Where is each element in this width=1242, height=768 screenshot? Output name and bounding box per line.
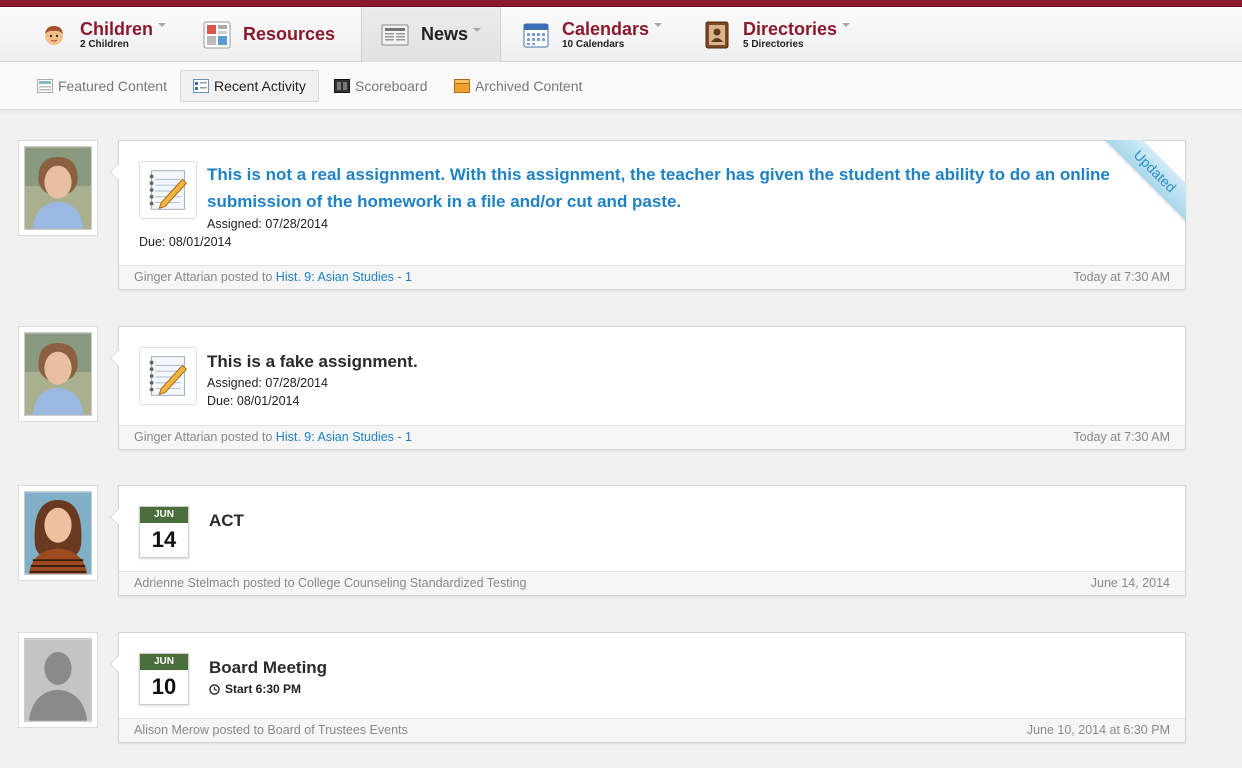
nav-news-label: News bbox=[421, 24, 469, 44]
child-face-icon bbox=[45, 25, 63, 45]
tab-featured-content-label: Featured Content bbox=[58, 78, 167, 94]
post-time: Today at 7:30 AM bbox=[1073, 270, 1170, 284]
post-time: June 14, 2014 bbox=[1090, 576, 1170, 590]
recent-activity-icon bbox=[193, 79, 209, 93]
assigned-date: Assigned: 07/28/2014 bbox=[207, 376, 328, 390]
context-link[interactable]: Hist. 9: Asian Studies - 1 bbox=[276, 430, 412, 444]
author-name: Adrienne Stelmach bbox=[134, 576, 240, 590]
nav-calendars-count: 10 Calendars bbox=[562, 38, 625, 50]
nav-children-count: 2 Children bbox=[80, 38, 129, 50]
event-month: JUN bbox=[140, 507, 188, 523]
avatar[interactable] bbox=[18, 326, 98, 422]
due-date: Due: 08/01/2014 bbox=[207, 394, 300, 408]
event-start: Start 6:30 PM bbox=[209, 682, 301, 696]
tab-recent-activity[interactable]: Recent Activity bbox=[180, 70, 319, 102]
avatar[interactable] bbox=[18, 485, 98, 581]
nav-news[interactable]: News bbox=[361, 7, 501, 62]
activity-card: JUN 14 ACT Adrienne Stelmach posted to C… bbox=[110, 485, 1186, 596]
avatar[interactable] bbox=[18, 140, 98, 236]
post-title[interactable]: Board Meeting bbox=[209, 654, 327, 681]
chevron-down-icon bbox=[473, 28, 482, 33]
main-nav: Children 2 Children Resources News Calen… bbox=[0, 7, 1242, 62]
nav-directories[interactable]: Directories 5 Directories bbox=[703, 7, 851, 62]
nav-resources[interactable]: Resources bbox=[203, 7, 335, 62]
nav-directories-count: 5 Directories bbox=[743, 38, 804, 50]
context-link[interactable]: Hist. 9: Asian Studies - 1 bbox=[276, 270, 412, 284]
assignment-notebook-icon bbox=[139, 347, 197, 405]
event-month: JUN bbox=[140, 654, 188, 670]
address-book-icon bbox=[705, 21, 729, 48]
nav-children[interactable]: Children 2 Children bbox=[40, 7, 167, 62]
card-footer: Ginger Attarian posted to Hist. 9: Asian… bbox=[119, 425, 1185, 449]
card-footer: Alison Merow posted to Board of Trustees… bbox=[119, 718, 1185, 742]
chevron-down-icon bbox=[158, 22, 167, 27]
assignment-notebook-icon bbox=[139, 161, 197, 219]
assigned-date: Assigned: 07/28/2014 bbox=[207, 217, 328, 231]
calendar-icon bbox=[523, 23, 549, 47]
due-date: Due: 08/01/2014 bbox=[139, 235, 232, 249]
chevron-down-icon bbox=[654, 22, 663, 27]
scoreboard-icon bbox=[334, 79, 350, 93]
avatar[interactable] bbox=[18, 632, 98, 728]
posted-to-text: posted to College Counseling Standardize… bbox=[243, 576, 527, 590]
featured-content-icon bbox=[37, 79, 53, 93]
nav-calendars[interactable]: Calendars 10 Calendars bbox=[522, 7, 663, 62]
event-date-badge: JUN 14 bbox=[139, 506, 189, 558]
activity-card: Updated This is not a real assignment. W… bbox=[110, 140, 1186, 290]
activity-card: This is a fake assignment. Assigned: 07/… bbox=[110, 326, 1186, 450]
nav-resources-label: Resources bbox=[243, 24, 336, 44]
tab-scoreboard-label: Scoreboard bbox=[355, 78, 428, 94]
nav-directories-label: Directories bbox=[743, 18, 838, 39]
author-name: Ginger Attarian bbox=[134, 270, 218, 284]
post-title[interactable]: ACT bbox=[209, 507, 244, 534]
tab-featured-content[interactable]: Featured Content bbox=[25, 70, 179, 102]
post-title[interactable]: This is a fake assignment. bbox=[207, 348, 418, 375]
clock-icon bbox=[209, 683, 220, 695]
tab-archived-content-label: Archived Content bbox=[475, 78, 583, 94]
card-footer: Ginger Attarian posted to Hist. 9: Asian… bbox=[119, 265, 1185, 289]
resources-icon bbox=[203, 21, 231, 48]
card-footer: Adrienne Stelmach posted to College Coun… bbox=[119, 571, 1185, 595]
author-photo bbox=[24, 146, 92, 230]
event-date-badge: JUN 10 bbox=[139, 653, 189, 705]
newspaper-icon bbox=[381, 24, 409, 45]
author-name: Ginger Attarian bbox=[134, 430, 218, 444]
archive-box-icon bbox=[454, 79, 470, 93]
posted-to-text: posted to Board of Trustees Events bbox=[212, 723, 408, 737]
chevron-down-icon bbox=[842, 22, 851, 27]
event-start-time: Start 6:30 PM bbox=[225, 682, 302, 696]
author-photo bbox=[24, 332, 92, 416]
author-name: Alison Merow bbox=[134, 723, 210, 737]
tab-recent-activity-label: Recent Activity bbox=[214, 78, 306, 94]
nav-calendars-label: Calendars bbox=[562, 18, 650, 39]
sub-nav: Featured Content Recent Activity Scorebo… bbox=[0, 62, 1242, 110]
default-user-silhouette-icon bbox=[24, 638, 92, 722]
event-day: 14 bbox=[151, 527, 177, 552]
post-title-link[interactable]: This is not a real assignment. With this… bbox=[207, 161, 1167, 215]
event-day: 10 bbox=[151, 674, 177, 699]
post-time: June 10, 2014 at 6:30 PM bbox=[1026, 723, 1170, 737]
post-time: Today at 7:30 AM bbox=[1073, 430, 1170, 444]
posted-to-text: posted to bbox=[220, 270, 273, 284]
author-photo bbox=[24, 491, 92, 575]
tab-archived-content[interactable]: Archived Content bbox=[442, 70, 594, 102]
tab-scoreboard[interactable]: Scoreboard bbox=[322, 70, 439, 102]
nav-children-label: Children bbox=[80, 18, 154, 39]
posted-to-text: posted to bbox=[220, 430, 273, 444]
activity-card: JUN 10 Board Meeting Start 6:30 PM Aliso… bbox=[110, 632, 1186, 743]
top-brand-stripe bbox=[0, 0, 1242, 7]
